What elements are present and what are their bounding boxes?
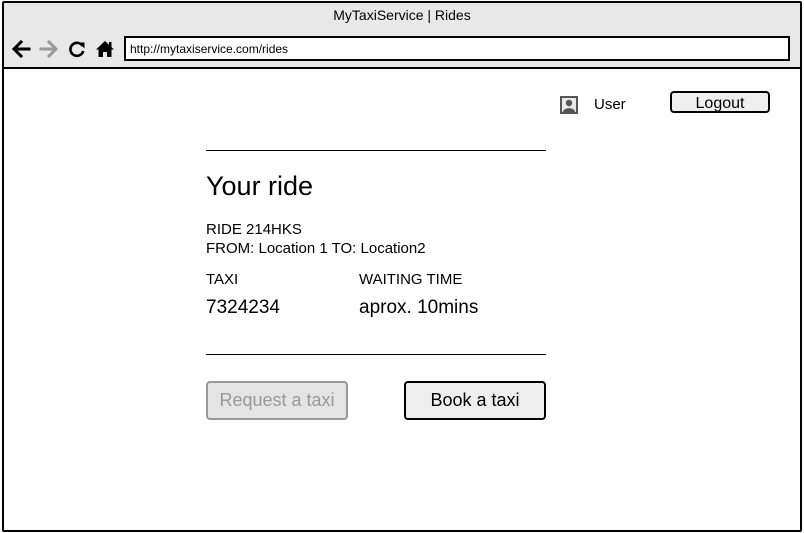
- forward-arrow-icon[interactable]: [38, 38, 60, 60]
- request-taxi-button[interactable]: Request a taxi: [206, 381, 348, 420]
- divider-top: [206, 150, 546, 151]
- book-taxi-button[interactable]: Book a taxi: [404, 381, 546, 420]
- taxi-number: 7324234: [206, 297, 280, 318]
- browser-window: MyTaxiService | Rides http://mytaxiservi…: [2, 1, 802, 532]
- url-input[interactable]: [126, 38, 770, 59]
- reload-icon[interactable]: [66, 38, 88, 60]
- user-label: User: [594, 96, 626, 113]
- window-title: MyTaxiService | Rides: [333, 7, 471, 23]
- logout-button[interactable]: Logout: [670, 91, 770, 113]
- back-arrow-icon[interactable]: [10, 38, 32, 60]
- waiting-time-value: aprox. 10mins: [359, 297, 479, 318]
- page-title: Your ride: [206, 171, 314, 201]
- user-icon: [560, 96, 578, 114]
- ride-id: RIDE 214HKS: [206, 221, 302, 238]
- waiting-time-label: WAITING TIME: [359, 271, 463, 288]
- divider-bottom: [206, 354, 546, 355]
- browser-chrome: MyTaxiService | Rides: [4, 3, 800, 69]
- taxi-label: TAXI: [206, 271, 239, 288]
- address-bar[interactable]: [124, 36, 790, 61]
- home-icon[interactable]: [94, 38, 116, 60]
- ride-route: FROM: Location 1 TO: Location2: [206, 240, 426, 257]
